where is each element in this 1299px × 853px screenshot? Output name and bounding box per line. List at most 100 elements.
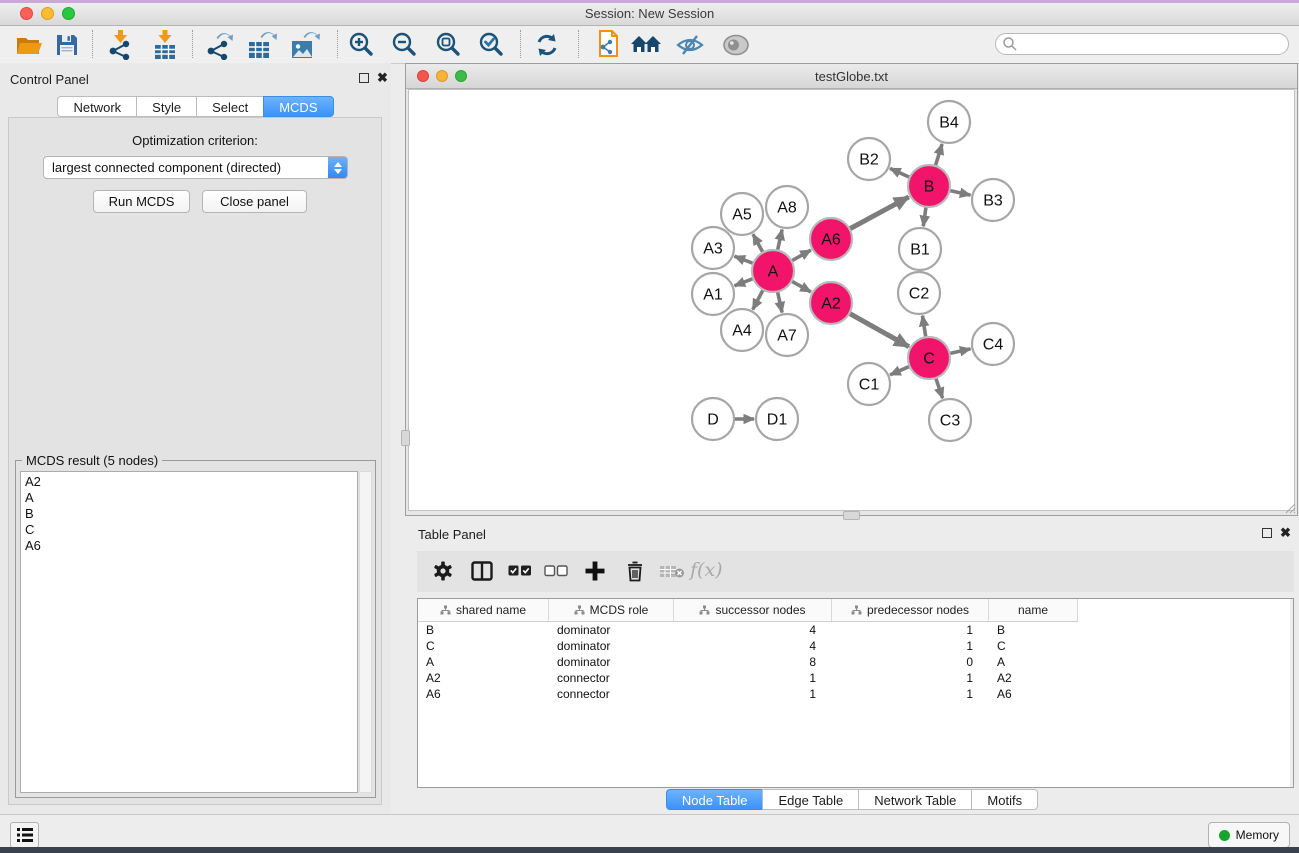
table-row[interactable]: Bdominator41B <box>418 622 1293 638</box>
clone-network-button[interactable] <box>590 29 624 61</box>
svg-text:C3: C3 <box>940 413 961 430</box>
graph-node-A3[interactable]: A3 <box>692 227 734 269</box>
save-icon <box>55 33 79 57</box>
mcds-result-item[interactable]: A6 <box>25 538 357 554</box>
save-session-button[interactable] <box>50 29 84 61</box>
table-cell: C <box>989 638 1078 654</box>
zoom-fit-button[interactable] <box>431 29 465 61</box>
graph-node-B2[interactable]: B2 <box>848 138 890 180</box>
graph-node-A7[interactable]: A7 <box>766 314 808 356</box>
home-networks-button[interactable] <box>629 29 663 61</box>
column-header-label: successor nodes <box>715 603 805 617</box>
delete-table-button[interactable] <box>657 556 687 586</box>
unselect-all-columns-button[interactable] <box>541 556 571 586</box>
export-table-button[interactable] <box>245 29 279 61</box>
tab-network[interactable]: Network <box>57 96 137 117</box>
column-header-predecessor-nodes[interactable]: predecessor nodes <box>832 599 989 621</box>
import-table-icon <box>152 30 178 60</box>
graph-node-B1[interactable]: B1 <box>899 228 941 270</box>
control-panel: Control Panel ✖ NetworkStyleSelectMCDS O… <box>0 63 391 814</box>
function-builder-button[interactable]: f(x) <box>690 559 723 581</box>
graph-node-B[interactable]: B <box>908 165 950 207</box>
network-window-titlebar[interactable]: testGlobe.txt <box>406 64 1297 89</box>
table-panel-title: Table Panel <box>418 527 486 542</box>
memory-button[interactable]: Memory <box>1208 822 1290 848</box>
delete-column-button[interactable] <box>620 556 650 586</box>
graph-node-A[interactable]: A <box>752 250 794 292</box>
svg-text:B4: B4 <box>939 115 959 132</box>
houses-icon <box>630 33 662 57</box>
export-image-button[interactable] <box>288 29 322 61</box>
table-cell: C <box>418 638 549 654</box>
export-network-button[interactable] <box>202 29 236 61</box>
graph-node-C2[interactable]: C2 <box>898 272 940 314</box>
tab-node-table[interactable]: Node Table <box>666 789 764 810</box>
graph-node-A8[interactable]: A8 <box>766 186 808 228</box>
close-panel-button[interactable]: Close panel <box>202 190 307 213</box>
tab-style[interactable]: Style <box>136 96 197 117</box>
run-mcds-button[interactable]: Run MCDS <box>93 190 190 213</box>
graph-node-D[interactable]: D <box>692 398 734 440</box>
node-table[interactable]: shared nameMCDS role successor nodes prede… <box>417 598 1294 788</box>
graph-node-C[interactable]: C <box>908 337 950 379</box>
hide-graphics-details-button[interactable] <box>673 29 707 61</box>
table-scrollbar[interactable] <box>1290 599 1293 787</box>
resize-grip-icon[interactable] <box>1283 501 1296 514</box>
task-history-button[interactable] <box>10 822 39 848</box>
criterion-select[interactable]: largest connected component (directed) <box>43 156 348 179</box>
main-toolbar <box>0 26 1299 64</box>
table-float-icon[interactable] <box>1262 528 1272 538</box>
tab-network-table[interactable]: Network Table <box>858 789 972 810</box>
create-column-button[interactable] <box>580 556 610 586</box>
search-input[interactable] <box>995 33 1289 55</box>
tab-motifs[interactable]: Motifs <box>971 789 1038 810</box>
zoom-out-button[interactable] <box>387 29 421 61</box>
graph-node-C3[interactable]: C3 <box>929 399 971 441</box>
graph-node-C4[interactable]: C4 <box>972 323 1014 365</box>
zoom-selected-button[interactable] <box>474 29 508 61</box>
network-canvas[interactable]: B4 B2 B B3 A5A8A6 A3 B1 A A1 C2 A2 A4 A7 C4 C C1 C3 D D1 <box>408 89 1295 511</box>
zoom-selected-icon <box>477 31 505 59</box>
svg-text:A7: A7 <box>777 328 797 345</box>
result-scrollbar[interactable] <box>359 471 372 793</box>
tab-select[interactable]: Select <box>196 96 264 117</box>
table-close-icon[interactable]: ✖ <box>1280 528 1291 538</box>
column-header-mcds-role[interactable]: MCDS role <box>549 599 674 621</box>
graph-node-A2[interactable]: A2 <box>810 282 852 324</box>
zoom-in-button[interactable] <box>344 29 378 61</box>
show-graphics-details-button[interactable] <box>719 29 753 61</box>
graph-node-B3[interactable]: B3 <box>972 179 1014 221</box>
refresh-layout-button[interactable] <box>530 29 564 61</box>
split-view-button[interactable] <box>467 556 497 586</box>
close-panel-icon[interactable]: ✖ <box>377 73 388 83</box>
graph-node-A6[interactable]: A6 <box>810 218 852 260</box>
horizontal-splitter-handle[interactable] <box>843 511 860 520</box>
window-titlebar: Session: New Session <box>0 3 1299 26</box>
tab-mcds[interactable]: MCDS <box>263 96 333 117</box>
tab-edge-table[interactable]: Edge Table <box>762 789 859 810</box>
table-settings-button[interactable] <box>428 556 458 586</box>
column-header-name[interactable]: name <box>989 599 1078 621</box>
select-all-columns-button[interactable] <box>505 556 535 586</box>
graph-node-A1[interactable]: A1 <box>692 273 734 315</box>
table-row[interactable]: A6connector11A6 <box>418 686 1293 702</box>
table-row[interactable]: A2connector11A2 <box>418 670 1293 686</box>
open-session-button[interactable] <box>12 29 46 61</box>
graph-node-C1[interactable]: C1 <box>848 363 890 405</box>
import-table-button[interactable] <box>148 29 182 61</box>
graph-node-B4[interactable]: B4 <box>928 101 970 143</box>
graph-node-D1[interactable]: D1 <box>756 398 798 440</box>
float-panel-icon[interactable] <box>359 73 369 83</box>
table-row[interactable]: Adominator80A <box>418 654 1293 670</box>
import-network-button[interactable] <box>103 29 137 61</box>
mcds-result-item[interactable]: B <box>25 506 357 522</box>
graph-node-A5[interactable]: A5 <box>721 193 763 235</box>
column-header-shared-name[interactable]: shared name <box>418 599 549 621</box>
table-row[interactable]: Cdominator41C <box>418 638 1293 654</box>
graph-node-A4[interactable]: A4 <box>721 309 763 351</box>
mcds-result-item[interactable]: A2 <box>25 474 357 490</box>
mcds-result-item[interactable]: C <box>25 522 357 538</box>
mcds-result-item[interactable]: A <box>25 490 357 506</box>
vertical-splitter-handle[interactable] <box>401 430 410 446</box>
column-header-successor-nodes[interactable]: successor nodes <box>674 599 832 621</box>
